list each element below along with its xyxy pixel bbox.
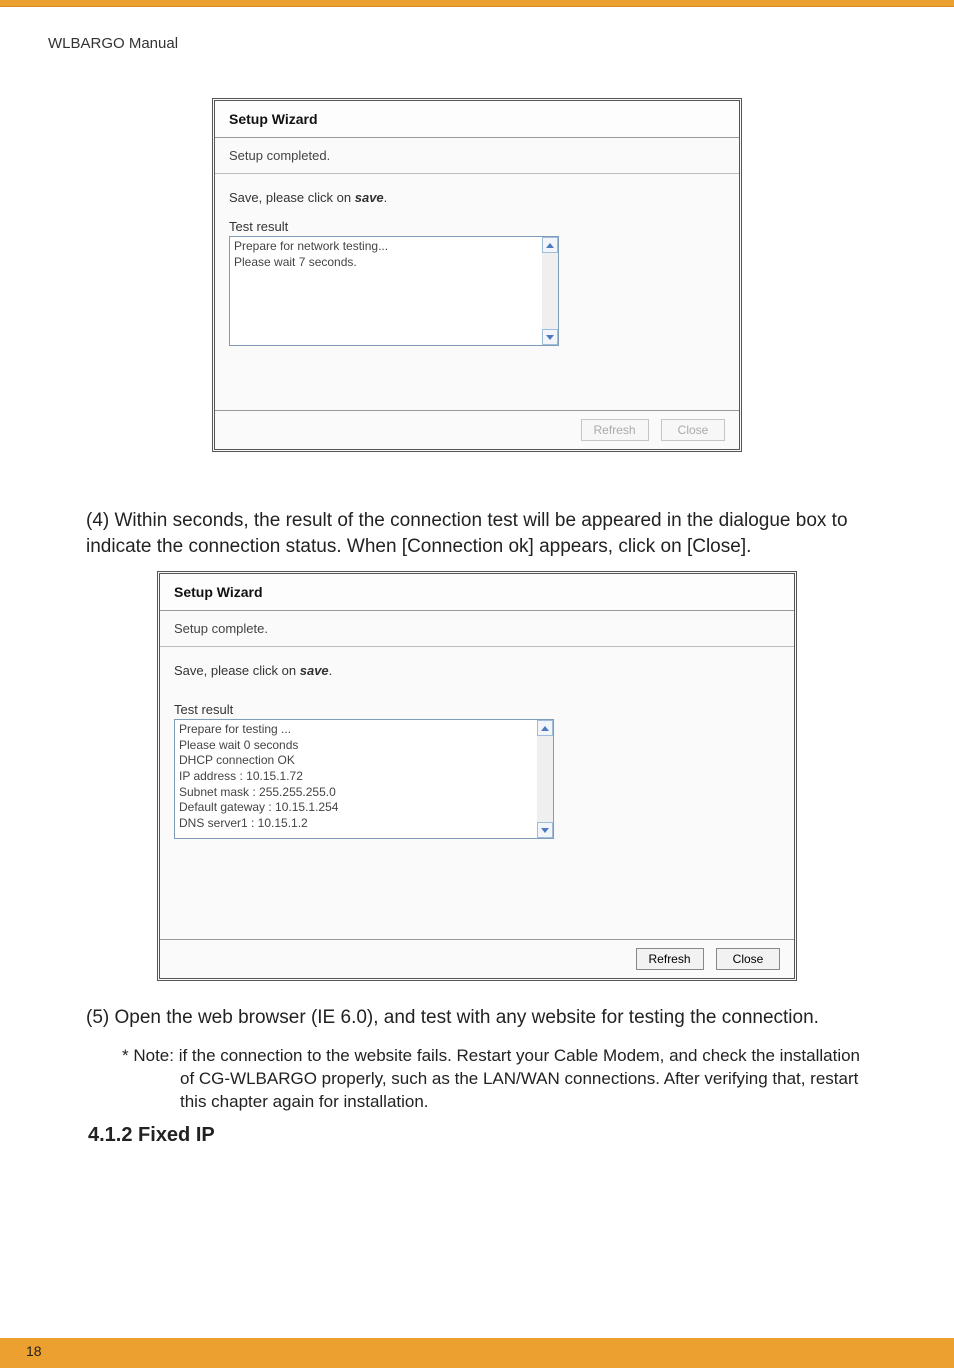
close-button-2[interactable]: Close (716, 948, 780, 970)
setup-wizard-box-2: Setup Wizard Setup complete. Save, pleas… (157, 571, 797, 981)
save-word: save (355, 190, 384, 205)
refresh-button-2[interactable]: Refresh (636, 948, 704, 970)
wizard1-test-label: Test result (229, 219, 725, 234)
page-content: WLBARGO Manual Setup Wizard Setup comple… (0, 7, 954, 1147)
triangle-up-icon (541, 726, 549, 731)
paragraph-4: (4) Within seconds, the result of the co… (86, 508, 868, 559)
save-word2: save (300, 663, 329, 678)
scroll-up-button-2[interactable] (537, 720, 553, 736)
wizard1-textarea-content: Prepare for network testing... Please wa… (230, 237, 542, 345)
wizard1-footer: Refresh Close (215, 410, 739, 449)
scroll-down-button-2[interactable] (537, 822, 553, 838)
save-prefix2: Save, please click on (174, 663, 300, 678)
para5-prefix: (5) (86, 1007, 115, 1028)
para5-text: Open the web browser (IE 6.0), and test … (115, 1007, 819, 1028)
wizard1-subtitle: Setup completed. (215, 138, 739, 174)
scroll-up-button[interactable] (542, 237, 558, 253)
para4-text: Within seconds, the result of the connec… (86, 510, 848, 557)
wizard2-textarea-content: Prepare for testing ... Please wait 0 se… (175, 720, 537, 838)
para4-prefix: (4) (86, 510, 115, 531)
wizard2-scrollbar[interactable] (537, 720, 553, 838)
wizard1-scrollbar[interactable] (542, 237, 558, 345)
close-button: Close (661, 419, 725, 441)
refresh-button: Refresh (581, 419, 649, 441)
wizard1-body: Save, please click on save. Test result … (215, 174, 739, 410)
triangle-down-icon (546, 335, 554, 340)
manual-header: WLBARGO Manual (48, 35, 906, 52)
wizard2-save-line: Save, please click on save. (174, 663, 780, 678)
save-suffix2: . (329, 663, 333, 678)
wizard2-test-label: Test result (174, 702, 780, 717)
wizard2-textarea[interactable]: Prepare for testing ... Please wait 0 se… (174, 719, 554, 839)
wizard1-save-line: Save, please click on save. (229, 190, 725, 205)
save-prefix: Save, please click on (229, 190, 355, 205)
wizard2-footer: Refresh Close (160, 939, 794, 978)
note-paragraph: * Note: if the connection to the website… (122, 1045, 866, 1114)
triangle-down-icon (541, 828, 549, 833)
triangle-up-icon (546, 243, 554, 248)
wizard2-title: Setup Wizard (160, 574, 794, 611)
wizard2-subtitle: Setup complete. (160, 611, 794, 647)
section-heading-4-1-2: 4.1.2 Fixed IP (88, 1124, 906, 1147)
page-footer-bar: 18 (0, 1338, 954, 1368)
wizard2-body: Save, please click on save. Test result … (160, 647, 794, 939)
paragraph-5: (5) Open the web browser (IE 6.0), and t… (86, 1005, 868, 1031)
page-number: 18 (26, 1343, 42, 1359)
top-accent-bar (0, 0, 954, 7)
wizard1-textarea[interactable]: Prepare for network testing... Please wa… (229, 236, 559, 346)
scroll-down-button[interactable] (542, 329, 558, 345)
setup-wizard-box-1: Setup Wizard Setup completed. Save, plea… (212, 98, 742, 452)
wizard1-title: Setup Wizard (215, 101, 739, 138)
save-suffix: . (384, 190, 388, 205)
